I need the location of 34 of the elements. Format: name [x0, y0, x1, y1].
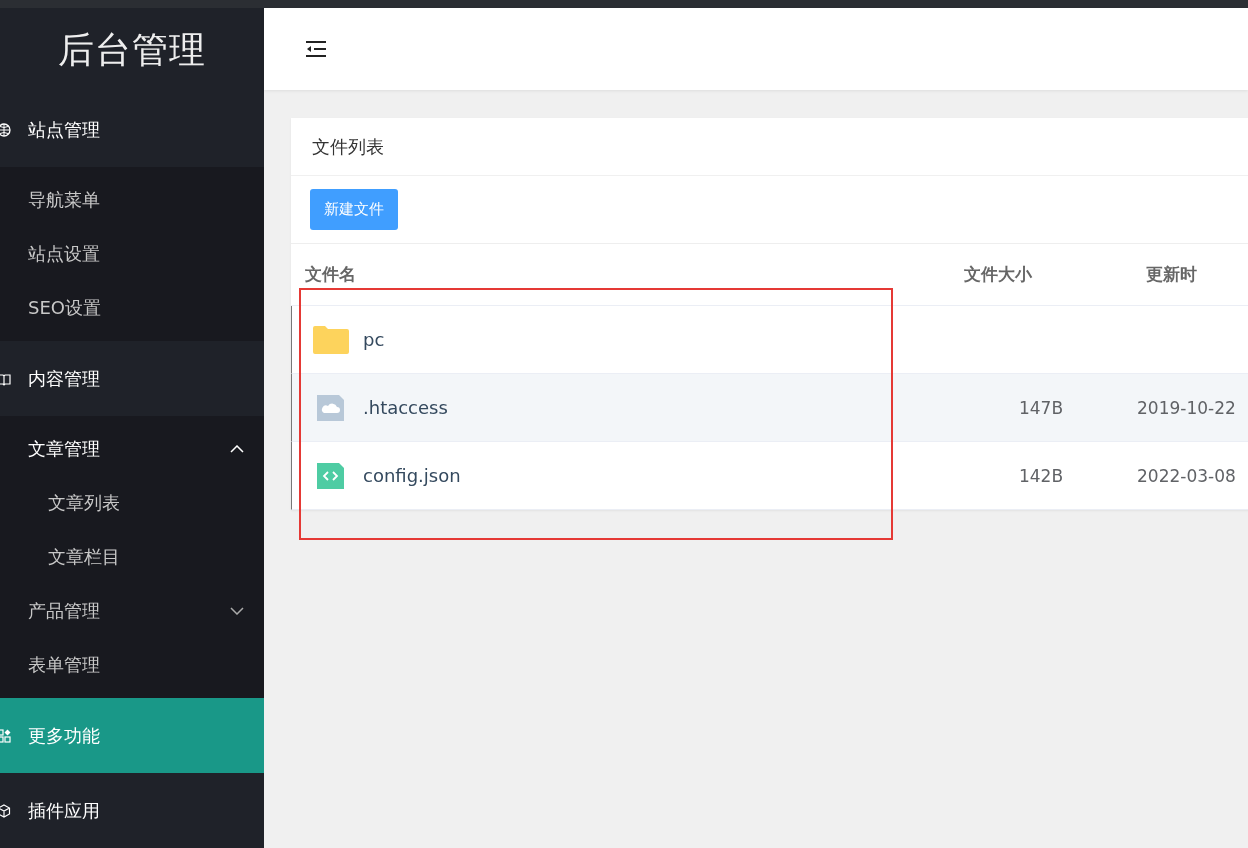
- file-name: .htaccess: [363, 397, 448, 418]
- column-header: 文件名: [304, 263, 357, 286]
- menu-fold-icon[interactable]: [305, 41, 327, 57]
- globe-icon: [0, 122, 11, 137]
- grid-icon: [0, 728, 11, 743]
- chevron-down-icon: [230, 607, 244, 615]
- file-name: pc: [363, 329, 385, 350]
- update-date: 2022-03-08: [1137, 465, 1236, 486]
- sidebar-item[interactable]: 文章列表: [0, 476, 264, 530]
- chevron-up-icon: [230, 445, 244, 453]
- file-size: 147B: [1018, 397, 1064, 418]
- column-header: 文件大小: [962, 263, 1033, 286]
- sidebar-item[interactable]: SEO设置: [0, 281, 264, 335]
- sidebar-item[interactable]: 内容管理: [0, 341, 264, 416]
- book-icon: [0, 371, 11, 386]
- sidebar-item[interactable]: 文章管理: [0, 422, 264, 476]
- sidebar-item[interactable]: 产品管理: [0, 584, 264, 638]
- sidebar-item[interactable]: 站点设置: [0, 227, 264, 281]
- file-size: 142B: [1018, 465, 1064, 486]
- sidebar-item[interactable]: 插件应用: [0, 773, 264, 848]
- sidebar-item[interactable]: 导航菜单: [0, 173, 264, 227]
- column-header: 更新时: [1145, 263, 1198, 286]
- sidebar-item[interactable]: 更多功能: [0, 698, 264, 773]
- sidebar-item[interactable]: 表单管理: [0, 638, 264, 692]
- sidebar-item[interactable]: 站点管理: [0, 92, 264, 167]
- sidebar-item[interactable]: 文章栏目: [0, 530, 264, 584]
- update-date: 2019-10-22: [1137, 397, 1236, 418]
- folder-icon: [313, 325, 349, 354]
- cube-icon: [0, 803, 11, 818]
- card-title: 文件列表: [291, 118, 1248, 176]
- table-row[interactable]: config.json 142B 2022-03-08: [291, 442, 1248, 510]
- file-name: config.json: [363, 465, 461, 486]
- logo-text: 后台管理: [57, 27, 207, 72]
- table-row[interactable]: .htaccess 147B 2019-10-22: [291, 374, 1248, 442]
